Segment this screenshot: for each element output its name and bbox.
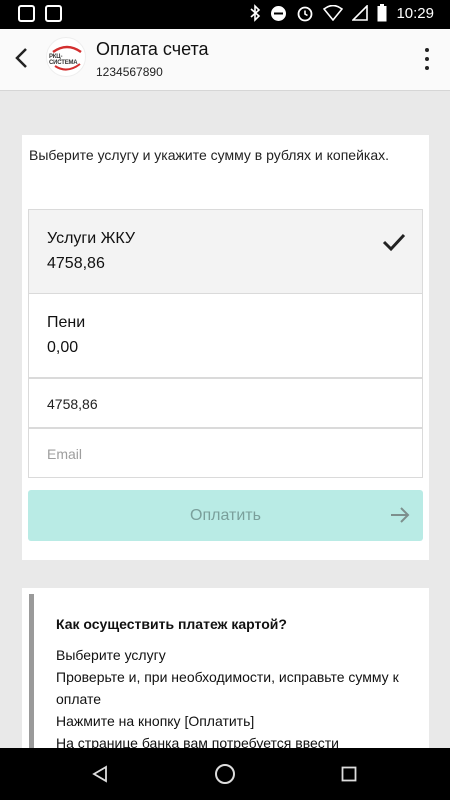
how-to-step: Нажмите на кнопку [Оплатить]	[56, 713, 255, 729]
nav-back-icon	[92, 765, 107, 783]
image-notification-icon	[45, 5, 62, 22]
amount-field[interactable]: 4758,86	[28, 378, 423, 428]
email-field[interactable]: Email	[28, 428, 423, 478]
battery-icon	[377, 4, 387, 22]
how-to-step: Проверьте и, при необходимости, исправьт…	[56, 669, 399, 707]
pay-button-label: Оплатить	[190, 507, 261, 524]
how-to-step: Выберите услугу	[56, 647, 166, 663]
bluetooth-icon	[250, 4, 261, 22]
alarm-icon	[298, 6, 313, 22]
organization-logo: РКЦ-СИСТЕМА	[46, 37, 86, 77]
nav-home-button[interactable]	[213, 762, 237, 786]
do-not-disturb-icon	[271, 5, 287, 21]
how-to-title: Как осуществить платеж картой?	[56, 616, 287, 632]
notification-app-icon	[18, 5, 35, 22]
overflow-menu-button[interactable]	[422, 48, 432, 70]
service-amount: 4758,86	[47, 255, 105, 272]
arrow-right-icon	[391, 507, 410, 523]
signal-icon	[352, 5, 369, 21]
overflow-dot-icon	[425, 57, 429, 61]
how-to-steps: Выберите услугу Проверьте и, при необход…	[56, 644, 406, 754]
pay-button[interactable]: Оплатить	[28, 490, 423, 541]
overflow-dot-icon	[425, 48, 429, 52]
app-bar: РКЦ-СИСТЕМА Оплата счета 1234567890	[0, 29, 450, 91]
account-number: 1234567890	[96, 65, 163, 79]
overflow-dot-icon	[425, 66, 429, 70]
system-navigation-bar	[0, 748, 450, 800]
nav-recents-icon	[341, 766, 357, 782]
check-icon	[382, 233, 406, 252]
service-name: Пени	[47, 314, 86, 331]
payment-form-card: Выберите услугу и укажите сумму в рублях…	[22, 135, 429, 560]
nav-back-button[interactable]	[88, 762, 112, 786]
status-time: 10:29	[396, 4, 434, 22]
back-arrow-icon	[15, 48, 27, 68]
service-name: Услуги ЖКУ	[47, 230, 136, 247]
service-amount: 0,00	[47, 339, 79, 356]
back-button[interactable]	[6, 43, 36, 73]
service-option-housing[interactable]: Услуги ЖКУ 4758,86	[28, 209, 423, 294]
status-bar: 10:29	[0, 0, 450, 29]
page-title: Оплата счета	[96, 39, 209, 59]
how-to-pay-card: Как осуществить платеж картой? Выберите …	[22, 588, 429, 758]
wifi-icon	[323, 5, 344, 21]
instruction-text: Выберите услугу и укажите сумму в рублях…	[29, 147, 389, 163]
accent-bar	[29, 594, 34, 758]
service-option-penalty[interactable]: Пени 0,00	[28, 293, 423, 378]
nav-home-icon	[215, 764, 235, 784]
nav-recents-button[interactable]	[337, 762, 361, 786]
